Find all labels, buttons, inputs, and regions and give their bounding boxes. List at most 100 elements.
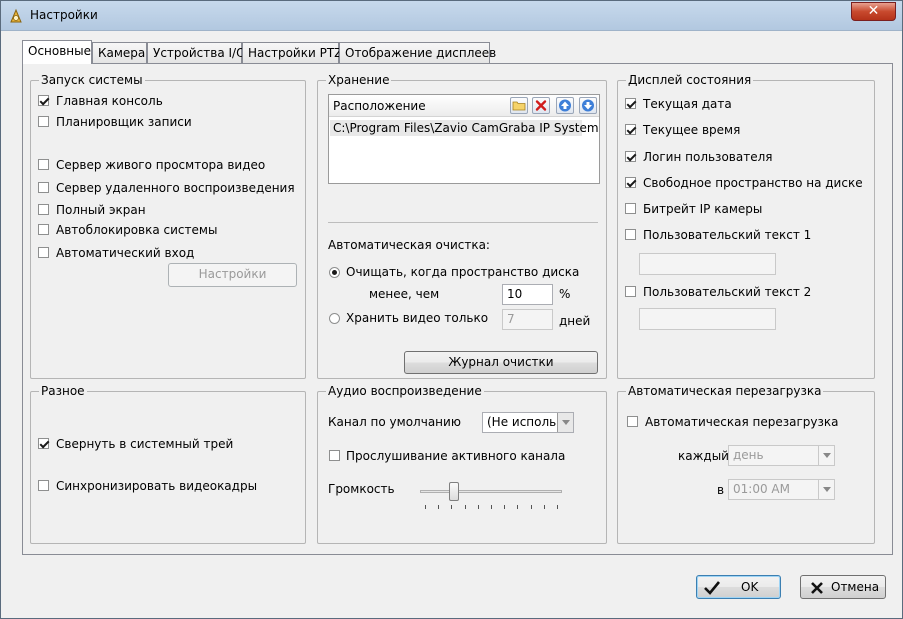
volume-tick [477, 505, 479, 509]
chevron-down-icon[interactable] [818, 446, 834, 465]
checkbox-label: Синхронизировать видеокадры [56, 479, 258, 493]
checkbox-schedule-recorder[interactable] [38, 116, 49, 127]
checkbox-label: Сервер живого просмтора видео [56, 158, 266, 172]
tab-label: Настройки PTZ [248, 46, 343, 60]
every-label: каждый [678, 449, 729, 463]
volume-tick [438, 505, 440, 509]
custom-text-1-input[interactable] [639, 253, 776, 275]
checkbox-label: Полный экран [56, 203, 146, 217]
volume-label: Громкость [328, 482, 395, 496]
checkbox-auto-reboot[interactable] [627, 416, 638, 427]
reboot-period-select[interactable]: день [728, 445, 835, 466]
checkbox-label: Свободное пространство на диске [643, 176, 863, 190]
reboot-time-value: 01:00 AM [733, 482, 790, 496]
radio-cleanup-free-space[interactable] [329, 267, 340, 278]
checkbox-label: Пользовательский текст 1 [643, 228, 812, 242]
volume-tick [543, 505, 545, 509]
storage-list-header-label: Расположение [333, 99, 426, 113]
checkbox-auto-lock[interactable] [38, 224, 49, 235]
group-title: Аудио воспроизведение [326, 384, 484, 398]
tab-label: Устройства I/O [153, 46, 246, 60]
window-title: Настройки [30, 8, 98, 22]
tab-display[interactable]: Отображение дисплеев [339, 42, 496, 63]
radio-keep-days[interactable] [329, 313, 340, 324]
checkbox-label: Планировщик записи [56, 115, 192, 129]
cancel-label: Отмена [831, 580, 880, 594]
checkbox-custom-text-2[interactable] [625, 286, 636, 297]
checkbox-main-console[interactable] [38, 95, 49, 106]
tab-general[interactable]: Основные [22, 40, 92, 64]
at-label: в [717, 483, 725, 497]
ok-label: OK [741, 580, 759, 594]
group-title: Запуск системы [39, 73, 145, 87]
checkbox-current-date[interactable] [625, 98, 636, 109]
cancel-button[interactable]: Отмена [800, 575, 886, 599]
startup-settings-button[interactable]: Настройки [168, 263, 297, 287]
folder-icon[interactable] [510, 97, 528, 114]
default-channel-select[interactable]: (Не исполь [482, 412, 574, 433]
checkbox-free-disk-space[interactable] [625, 177, 636, 188]
tab-ptz[interactable]: Настройки PTZ [242, 42, 343, 63]
arrow-down-icon[interactable] [579, 97, 597, 114]
checkbox-label: Текущая дата [643, 97, 732, 111]
volume-tick [425, 505, 426, 509]
close-icon: ✕ [867, 3, 880, 19]
checkbox-remote-playback-server[interactable] [38, 182, 49, 193]
checkbox-live-server[interactable] [38, 159, 49, 170]
volume-slider-thumb[interactable] [449, 482, 460, 501]
volume-tick [517, 505, 519, 509]
chevron-down-icon[interactable] [557, 413, 573, 432]
misc-group: Разное [30, 384, 306, 544]
checkbox-ip-camera-bitrate[interactable] [625, 203, 636, 214]
storage-path-item[interactable]: C:\Program Files\Zavio CamGraba IP Syste… [333, 121, 599, 135]
custom-text-2-input[interactable] [639, 308, 776, 330]
tab-camera[interactable]: Камера [92, 42, 147, 63]
arrow-up-icon[interactable] [556, 97, 574, 114]
tab-label: Отображение дисплеев [345, 46, 497, 60]
radio-sublabel: менее, чем [369, 287, 440, 301]
tab-io-devices[interactable]: Устройства I/O [147, 42, 246, 63]
checkbox-sync-frames[interactable] [38, 480, 49, 491]
auto-cleanup-label: Автоматическая очистка: [328, 238, 490, 252]
title-bar[interactable]: Настройки ✕ [1, 1, 902, 31]
volume-tick [491, 505, 492, 509]
checkbox-label: Логин пользователя [643, 150, 773, 164]
x-icon [811, 582, 823, 594]
group-title: Автоматическая перезагрузка [626, 384, 824, 398]
checkbox-fullscreen[interactable] [38, 204, 49, 215]
checkbox-auto-login[interactable] [38, 247, 49, 258]
app-icon [10, 8, 22, 23]
checkbox-current-time[interactable] [625, 124, 636, 135]
checkbox-listen-active-channel[interactable] [329, 450, 340, 461]
volume-tick [530, 505, 532, 509]
checkbox-custom-text-1[interactable] [625, 229, 636, 240]
radio-label: Очищать, когда пространство диска [346, 265, 580, 279]
ok-button[interactable]: OK [696, 575, 781, 599]
checkbox-label: Автоматическая перезагрузка [645, 415, 839, 429]
checkbox-label: Автоблокировка системы [56, 223, 218, 237]
checkbox-label: Главная консоль [56, 94, 163, 108]
keep-days-input[interactable]: 7 [502, 309, 553, 330]
group-title: Хранение [326, 73, 392, 87]
volume-tick [504, 505, 506, 509]
checkbox-label: Свернуть в системный трей [56, 437, 234, 451]
radio-label: Хранить видео только [346, 311, 489, 325]
chevron-down-icon[interactable] [818, 480, 834, 499]
cleanup-log-button[interactable]: Журнал очистки [404, 351, 598, 374]
checkbox-user-login[interactable] [625, 151, 636, 162]
checkbox-label: Текущее время [643, 123, 741, 137]
close-button[interactable]: ✕ [851, 2, 896, 21]
checkbox-label: Автоматический вход [56, 246, 195, 260]
checkbox-label: Битрейт IP камеры [643, 202, 763, 216]
checkbox-minimize-to-tray[interactable] [38, 438, 49, 449]
volume-slider-track[interactable] [420, 490, 562, 493]
days-unit: дней [559, 314, 591, 328]
volume-tick [464, 505, 466, 509]
reboot-time-select[interactable]: 01:00 AM [728, 479, 835, 500]
reboot-period-value: день [733, 448, 764, 462]
group-title: Разное [39, 384, 87, 398]
delete-icon[interactable] [532, 97, 550, 114]
volume-tick [557, 505, 558, 509]
free-space-percent-input[interactable]: 10 [502, 284, 553, 305]
percent-unit: % [559, 287, 571, 301]
